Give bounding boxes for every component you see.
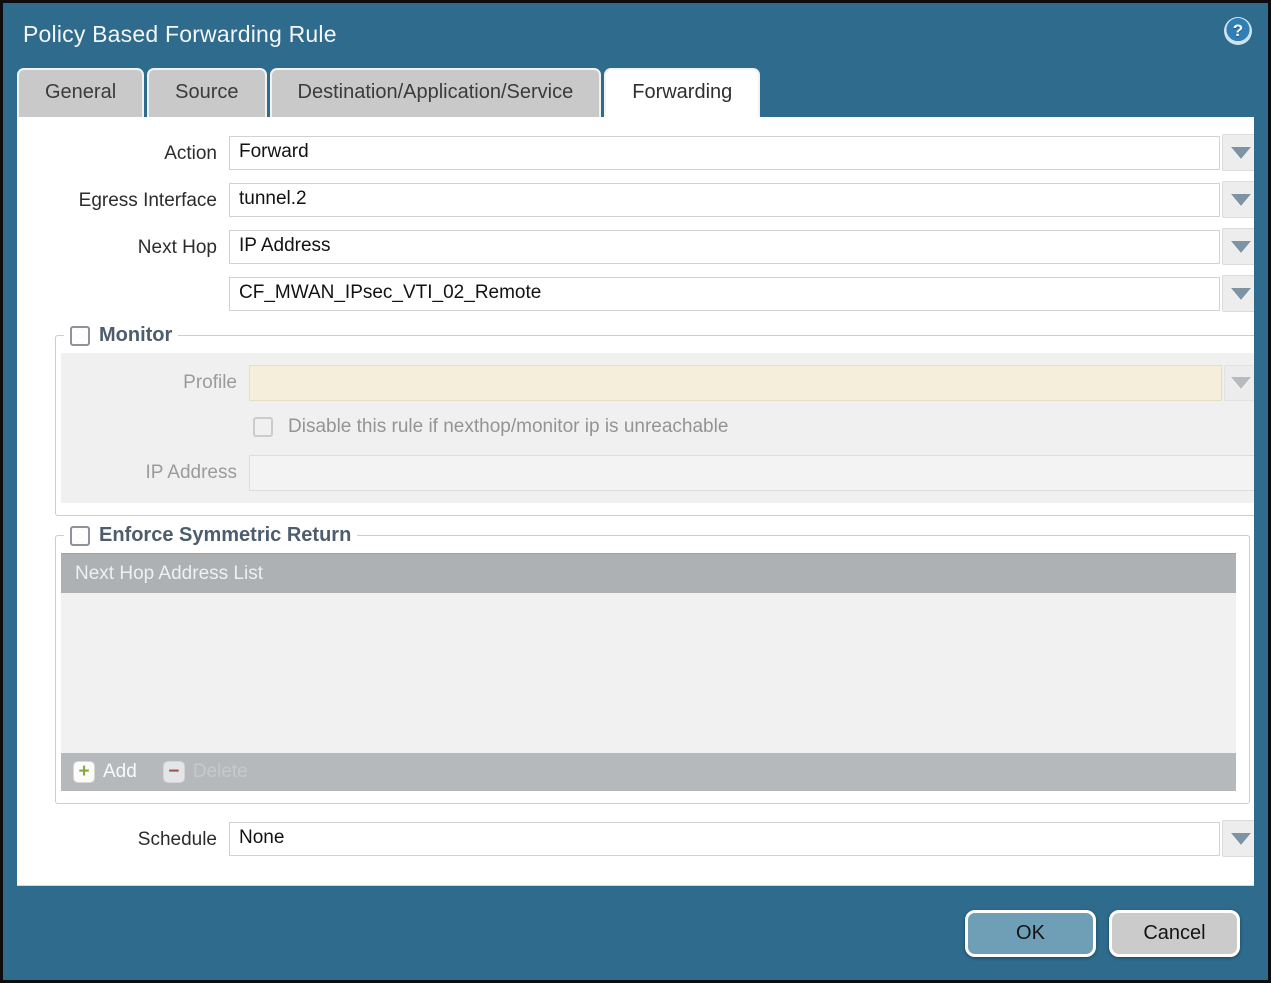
- monitor-legend-label: Monitor: [99, 324, 172, 347]
- monitor-ip-label: IP Address: [61, 462, 249, 484]
- chevron-down-icon: [1231, 377, 1251, 389]
- profile-row: Profile: [61, 365, 1254, 401]
- monitor-section: Monitor Profile Disable this rule if nex…: [55, 324, 1254, 516]
- minus-icon: −: [163, 761, 185, 783]
- disable-rule-row: Disable this rule if nexthop/monitor ip …: [253, 416, 1254, 438]
- next-hop-address-list-table: Next Hop Address List + Add − Delete: [61, 553, 1236, 791]
- monitor-ip-input: [249, 455, 1254, 491]
- monitor-body: Profile Disable this rule if nexthop/mon…: [61, 353, 1254, 503]
- chevron-down-icon: [1231, 147, 1251, 159]
- next-hop-address-select[interactable]: CF_MWAN_IPsec_VTI_02_Remote: [229, 277, 1220, 311]
- chevron-down-icon: [1231, 833, 1251, 845]
- profile-label: Profile: [61, 372, 249, 394]
- egress-interface-row: Egress Interface tunnel.2: [17, 183, 1254, 218]
- egress-interface-dropdown-button[interactable]: [1222, 181, 1254, 218]
- disable-rule-label: Disable this rule if nexthop/monitor ip …: [288, 416, 728, 438]
- profile-select: [249, 365, 1222, 401]
- action-label: Action: [17, 143, 229, 165]
- tab-bar: General Source Destination/Application/S…: [3, 68, 1268, 117]
- egress-interface-label: Egress Interface: [17, 190, 229, 212]
- schedule-select[interactable]: None: [229, 822, 1220, 856]
- cancel-button[interactable]: Cancel: [1109, 910, 1240, 957]
- tab-source[interactable]: Source: [147, 68, 266, 117]
- egress-interface-select[interactable]: tunnel.2: [229, 183, 1220, 217]
- help-icon[interactable]: ?: [1224, 17, 1252, 45]
- dialog-footer: OK Cancel: [3, 886, 1268, 957]
- tab-general[interactable]: General: [17, 68, 144, 117]
- ok-button[interactable]: OK: [965, 910, 1096, 957]
- delete-button: − Delete: [163, 761, 248, 783]
- next-hop-address-row: CF_MWAN_IPsec_VTI_02_Remote: [17, 277, 1254, 312]
- monitor-ip-row: IP Address: [61, 455, 1254, 491]
- chevron-down-icon: [1231, 241, 1251, 253]
- schedule-label: Schedule: [17, 829, 229, 851]
- add-button[interactable]: + Add: [73, 761, 137, 783]
- policy-based-forwarding-dialog: Policy Based Forwarding Rule ? General S…: [0, 0, 1271, 983]
- disable-rule-checkbox: [253, 417, 273, 437]
- next-hop-dropdown-button[interactable]: [1222, 228, 1254, 265]
- monitor-legend: Monitor: [64, 324, 178, 347]
- symmetric-return-legend-label: Enforce Symmetric Return: [99, 524, 351, 547]
- symmetric-return-checkbox[interactable]: [70, 526, 90, 546]
- titlebar: Policy Based Forwarding Rule ?: [3, 3, 1268, 68]
- tab-destination-application-service[interactable]: Destination/Application/Service: [270, 68, 602, 117]
- next-hop-address-dropdown-button[interactable]: [1222, 275, 1254, 312]
- action-row: Action Forward: [17, 136, 1254, 171]
- plus-icon: +: [73, 761, 95, 783]
- next-hop-label: Next Hop: [17, 237, 229, 259]
- dialog-title: Policy Based Forwarding Rule: [23, 21, 1268, 48]
- next-hop-address-list-toolbar: + Add − Delete: [61, 753, 1236, 791]
- schedule-dropdown-button[interactable]: [1222, 820, 1254, 857]
- schedule-row: Schedule None: [17, 822, 1254, 857]
- chevron-down-icon: [1231, 288, 1251, 300]
- next-hop-row: Next Hop IP Address: [17, 230, 1254, 265]
- next-hop-type-select[interactable]: IP Address: [229, 230, 1220, 264]
- action-select[interactable]: Forward: [229, 136, 1220, 170]
- next-hop-address-list-header: Next Hop Address List: [61, 553, 1236, 593]
- profile-dropdown-button: [1224, 365, 1254, 401]
- symmetric-return-legend: Enforce Symmetric Return: [64, 524, 357, 547]
- monitor-checkbox[interactable]: [70, 326, 90, 346]
- tab-forwarding[interactable]: Forwarding: [604, 68, 760, 117]
- forwarding-tab-panel: Action Forward Egress Interface tunnel.2…: [17, 117, 1254, 886]
- action-dropdown-button[interactable]: [1222, 134, 1254, 171]
- symmetric-return-section: Enforce Symmetric Return Next Hop Addres…: [55, 524, 1250, 804]
- next-hop-address-list-body[interactable]: [61, 593, 1236, 753]
- chevron-down-icon: [1231, 194, 1251, 206]
